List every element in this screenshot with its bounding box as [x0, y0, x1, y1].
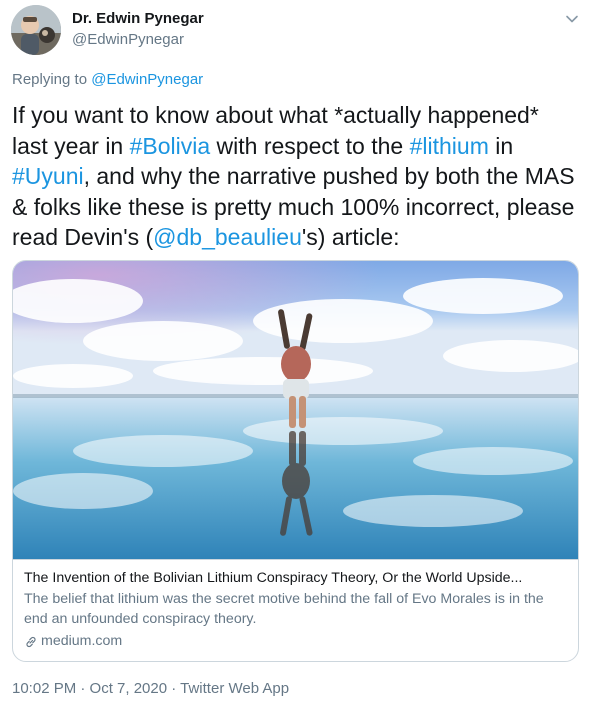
- card-description: The belief that lithium was the secret m…: [24, 591, 544, 627]
- tweet-text: If you want to know about what *actually…: [12, 100, 578, 253]
- card-info: The Invention of the Bolivian Lithium Co…: [13, 559, 578, 661]
- avatar-photo: [11, 5, 61, 55]
- hashtag-uyuni[interactable]: #Uyuni: [12, 163, 84, 189]
- link-card[interactable]: The Invention of the Bolivian Lithium Co…: [12, 260, 579, 662]
- avatar[interactable]: [11, 5, 61, 55]
- replying-to: Replying to @EdwinPynegar: [12, 71, 203, 88]
- card-title: The Invention of the Bolivian Lithium Co…: [24, 570, 523, 586]
- card-domain: medium.com: [24, 632, 567, 651]
- tweet-text-part: with respect to the: [210, 132, 410, 159]
- chevron-down-icon[interactable]: [563, 10, 581, 28]
- replying-to-mention[interactable]: @EdwinPynegar: [91, 71, 203, 88]
- tweet: Dr. Edwin Pynegar @EdwinPynegar Replying…: [0, 0, 589, 706]
- link-icon: [26, 636, 36, 647]
- author-name[interactable]: Dr. Edwin Pynegar: [72, 10, 204, 27]
- hashtag-bolivia[interactable]: #Bolivia: [130, 133, 211, 159]
- tweet-timestamp[interactable]: 10:02 PM · Oct 7, 2020 · Twitter Web App: [12, 680, 289, 697]
- tweet-text-part: 's) article:: [301, 224, 400, 250]
- card-image: [13, 261, 578, 559]
- tweet-text-part: in: [488, 132, 514, 159]
- author-handle[interactable]: @EdwinPynegar: [72, 31, 184, 48]
- card-domain-text: medium.com: [41, 633, 123, 649]
- mention-db-beaulieu[interactable]: @db_beaulieu: [153, 224, 302, 250]
- hashtag-lithium[interactable]: #lithium: [410, 133, 489, 159]
- replying-to-label: Replying to: [12, 71, 92, 88]
